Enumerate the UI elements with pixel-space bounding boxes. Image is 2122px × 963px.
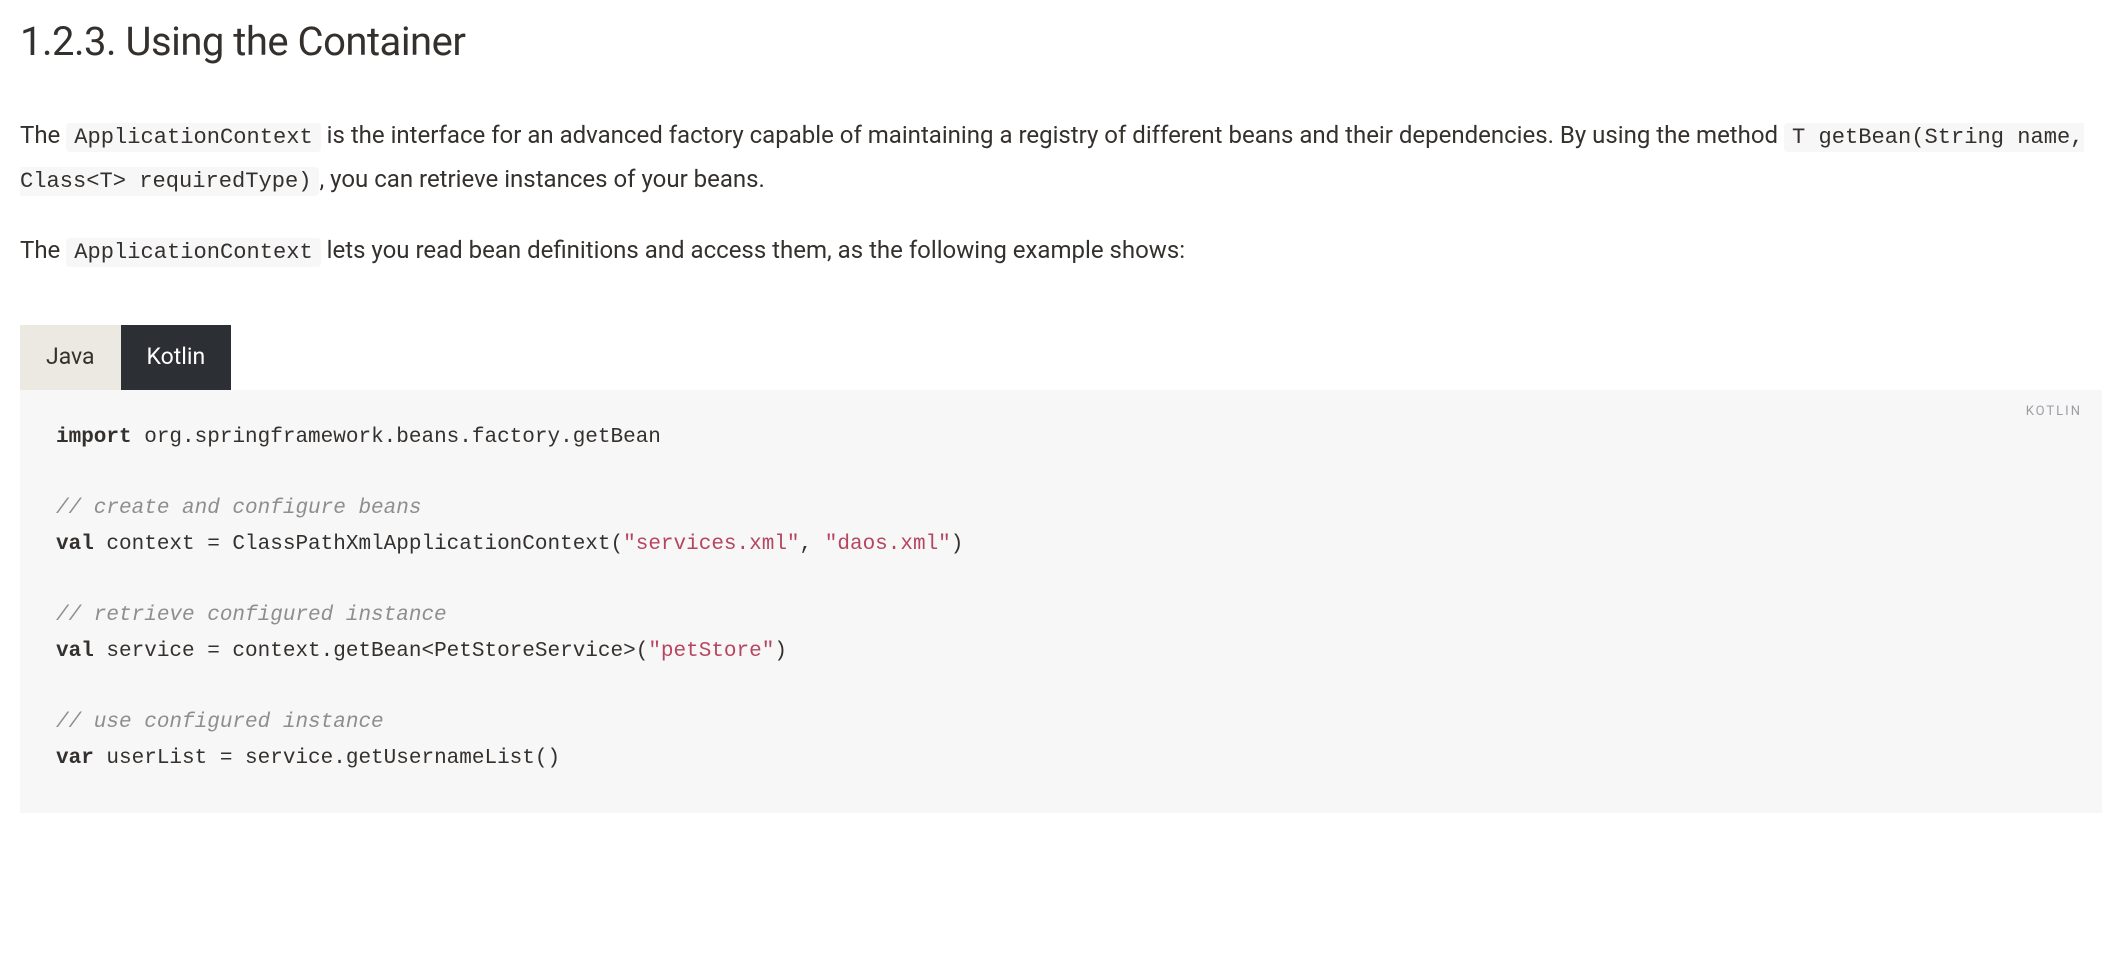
code-comment: // retrieve configured instance — [56, 604, 447, 627]
code-comment: // use configured instance — [56, 711, 384, 734]
intro-paragraph-2: The ApplicationContext lets you read bea… — [20, 229, 2102, 273]
code-text: context = ClassPathXmlApplicationContext… — [94, 533, 623, 556]
intro-paragraph-1: The ApplicationContext is the interface … — [20, 114, 2102, 201]
code-text: userList = service.getUsernameList() — [94, 747, 560, 770]
tab-kotlin[interactable]: Kotlin — [121, 325, 232, 390]
text: The — [20, 121, 66, 149]
code-text: ) — [951, 533, 964, 556]
tab-java[interactable]: Java — [20, 325, 121, 390]
code-text: ) — [774, 640, 787, 663]
text: is the interface for an advanced factory… — [321, 121, 1784, 149]
code-keyword: val — [56, 640, 94, 663]
language-badge: KOTLIN — [2026, 402, 2082, 423]
code-string: "daos.xml" — [825, 533, 951, 556]
language-tabs: Java Kotlin — [20, 325, 2102, 390]
section-heading: 1.2.3. Using the Container — [20, 10, 2102, 74]
code-text: , — [800, 533, 825, 556]
code-block: KOTLIN import org.springframework.beans.… — [20, 390, 2102, 813]
code-keyword: val — [56, 533, 94, 556]
code-keyword: var — [56, 747, 94, 770]
inline-code-applicationcontext: ApplicationContext — [66, 123, 320, 152]
code-comment: // create and configure beans — [56, 497, 421, 520]
text: The — [20, 236, 66, 264]
code-keyword: import — [56, 426, 132, 449]
code-listing: import org.springframework.beans.factory… — [56, 420, 2066, 777]
code-string: "services.xml" — [623, 533, 799, 556]
text: , you can retrieve instances of your bea… — [319, 165, 764, 193]
text: lets you read bean definitions and acces… — [321, 236, 1185, 264]
inline-code-applicationcontext: ApplicationContext — [66, 238, 320, 267]
code-text: service = context.getBean<PetStoreServic… — [94, 640, 649, 663]
code-text: org.springframework.beans.factory.getBea… — [132, 426, 661, 449]
code-string: "petStore" — [648, 640, 774, 663]
